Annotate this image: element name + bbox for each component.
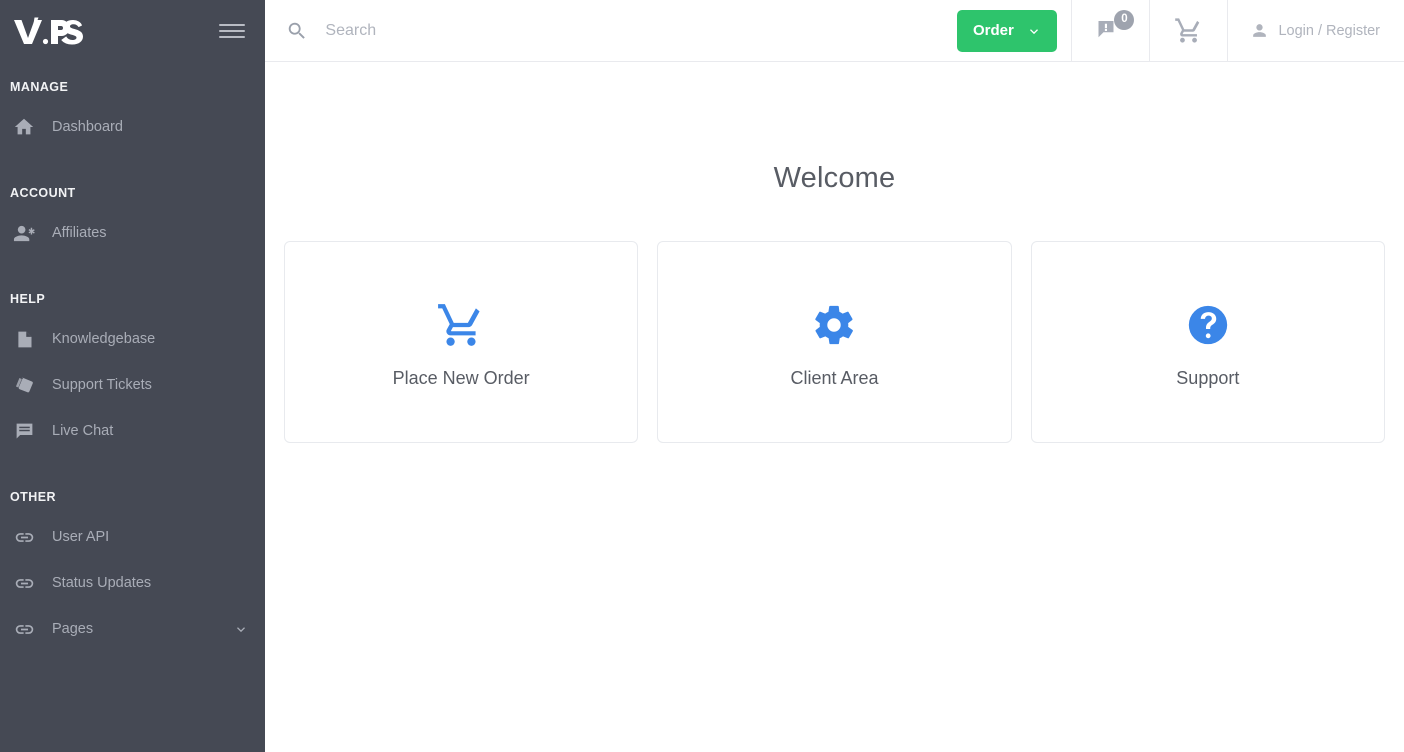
sidebar-item-label: Dashboard — [52, 118, 123, 135]
sidebar-item-dashboard[interactable]: Dashboard — [0, 104, 265, 150]
page-content: Welcome Place New Order Client Area Supp… — [265, 62, 1404, 752]
search-icon[interactable] — [285, 18, 309, 44]
order-button-label: Order — [973, 22, 1014, 39]
card-place-new-order[interactable]: Place New Order — [284, 241, 639, 443]
sidebar-item-label: Affiliates — [52, 224, 107, 241]
sidebar-item-support-tickets[interactable]: Support Tickets — [0, 362, 265, 408]
sidebar-item-label: Live Chat — [52, 422, 114, 439]
sidebar-item-pages[interactable]: Pages — [0, 606, 265, 652]
announcements-button[interactable]: 0 — [1071, 0, 1149, 61]
sidebar-section-title-other: OTHER — [10, 490, 56, 504]
sidebar-section-title-help: HELP — [10, 292, 46, 306]
page-title: Welcome — [773, 162, 896, 194]
shortcut-cards: Place New Order Client Area Support — [284, 241, 1385, 443]
topbar: Order 0 Lo — [265, 0, 1404, 62]
sidebar-item-live-chat[interactable]: Live Chat — [0, 408, 265, 454]
person-add-icon — [10, 221, 38, 245]
sidebar-item-label: Pages — [52, 620, 94, 637]
search-bar[interactable] — [265, 0, 948, 61]
announcements-badge: 0 — [1114, 10, 1135, 30]
chat-icon — [10, 419, 38, 443]
main-area: Order 0 Lo — [265, 0, 1404, 752]
sidebar-item-label: Support Tickets — [52, 376, 152, 393]
brand-logo[interactable] — [10, 11, 84, 51]
ticket-icon — [10, 373, 38, 397]
card-label: Client Area — [790, 368, 879, 388]
shopping-cart-icon — [436, 297, 486, 353]
vps-logo-icon — [14, 17, 83, 45]
login-register-label: Login / Register — [1278, 22, 1380, 39]
card-label: Place New Order — [392, 368, 530, 388]
sidebar-item-affiliates[interactable]: Affiliates — [0, 210, 265, 256]
home-icon — [10, 115, 38, 139]
sidebar-header — [0, 0, 265, 62]
sidebar-item-user-api[interactable]: User API — [0, 514, 265, 560]
hamburger-line — [219, 36, 245, 38]
sidebar-nav: MANAGE Dashboard ACCOUNT Affiliates HELP — [0, 62, 265, 652]
sidebar-item-knowledgebase[interactable]: Knowledgebase — [0, 316, 265, 362]
hamburger-line — [219, 24, 245, 26]
order-button-cell: Order — [947, 0, 1071, 61]
app-root: MANAGE Dashboard ACCOUNT Affiliates HELP — [0, 0, 1404, 752]
search-input[interactable] — [325, 21, 948, 40]
card-client-area[interactable]: Client Area — [657, 241, 1012, 443]
sidebar-item-label: User API — [52, 528, 110, 545]
hamburger-menu-icon[interactable] — [219, 21, 245, 41]
card-support[interactable]: Support — [1030, 241, 1385, 443]
person-icon — [1253, 24, 1267, 37]
sidebar: MANAGE Dashboard ACCOUNT Affiliates HELP — [0, 0, 265, 752]
link-icon — [10, 617, 38, 641]
link-icon — [10, 571, 38, 595]
help-circle-icon — [1185, 297, 1231, 353]
sidebar-item-label: Knowledgebase — [52, 330, 156, 347]
chevron-down-icon — [1029, 28, 1038, 34]
gear-icon — [811, 297, 857, 353]
sidebar-item-status-updates[interactable]: Status Updates — [0, 560, 265, 606]
document-icon — [10, 327, 38, 351]
order-button[interactable]: Order — [957, 9, 1058, 52]
chevron-down-icon[interactable] — [233, 621, 249, 637]
login-register-button[interactable]: Login / Register — [1227, 0, 1404, 61]
shopping-cart-icon — [1175, 18, 1200, 43]
hamburger-line — [219, 30, 245, 32]
cart-button[interactable] — [1149, 0, 1227, 61]
sidebar-section-title-manage: MANAGE — [10, 80, 69, 94]
sidebar-item-label: Status Updates — [52, 574, 152, 591]
sidebar-section-title-account: ACCOUNT — [10, 186, 76, 200]
link-icon — [10, 525, 38, 549]
card-label: Support — [1176, 368, 1240, 388]
